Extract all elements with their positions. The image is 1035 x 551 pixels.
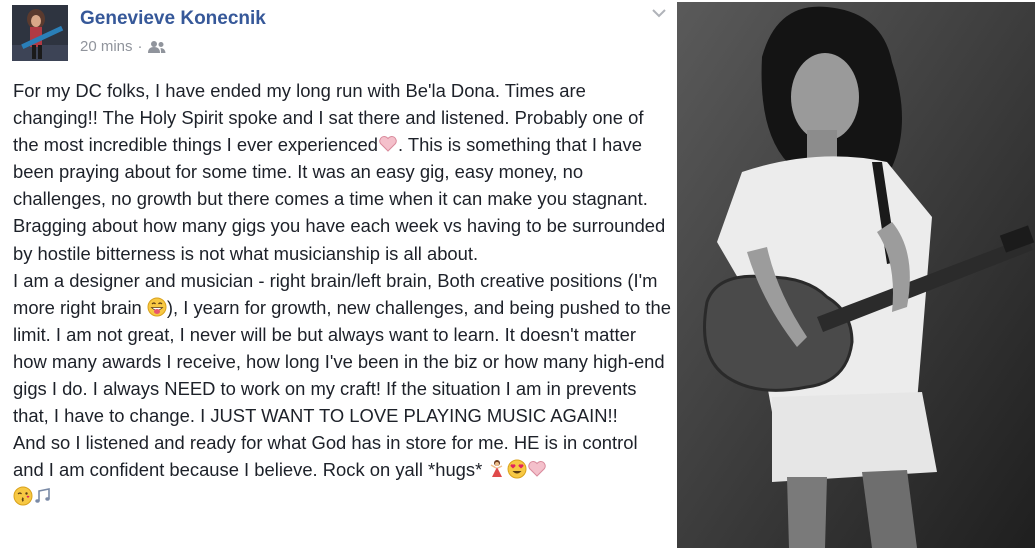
post-paragraph: For my DC folks, I have ended my long ru… bbox=[13, 77, 673, 267]
author-name[interactable]: Genevieve Konecnik bbox=[80, 8, 266, 30]
dancer-icon bbox=[490, 460, 503, 478]
post-card: Genevieve Konecnik 20 mins · For my DC f… bbox=[0, 0, 676, 551]
author-avatar[interactable] bbox=[12, 5, 68, 61]
guitarist-photo bbox=[677, 2, 1035, 548]
pink-heart-icon bbox=[379, 136, 397, 152]
post-timestamp[interactable]: 20 mins bbox=[80, 38, 133, 55]
post-meta: 20 mins · bbox=[80, 38, 166, 55]
post-body: For my DC folks, I have ended my long ru… bbox=[13, 77, 673, 511]
grinning-tongue-icon bbox=[147, 297, 167, 317]
post-paragraph: I am a designer and musician - right bra… bbox=[13, 267, 673, 430]
pink-heart-icon bbox=[528, 461, 547, 478]
music-notes-icon bbox=[35, 488, 50, 504]
chevron-down-icon[interactable] bbox=[650, 6, 668, 20]
friends-audience-icon[interactable] bbox=[147, 40, 166, 54]
post-paragraph: And so I listened and ready for what God… bbox=[13, 429, 673, 510]
meta-separator: · bbox=[137, 38, 143, 55]
avatar-image bbox=[12, 5, 68, 61]
heart-eyes-icon bbox=[507, 459, 527, 479]
post-photo[interactable] bbox=[677, 2, 1035, 548]
kissing-icon bbox=[13, 486, 33, 506]
